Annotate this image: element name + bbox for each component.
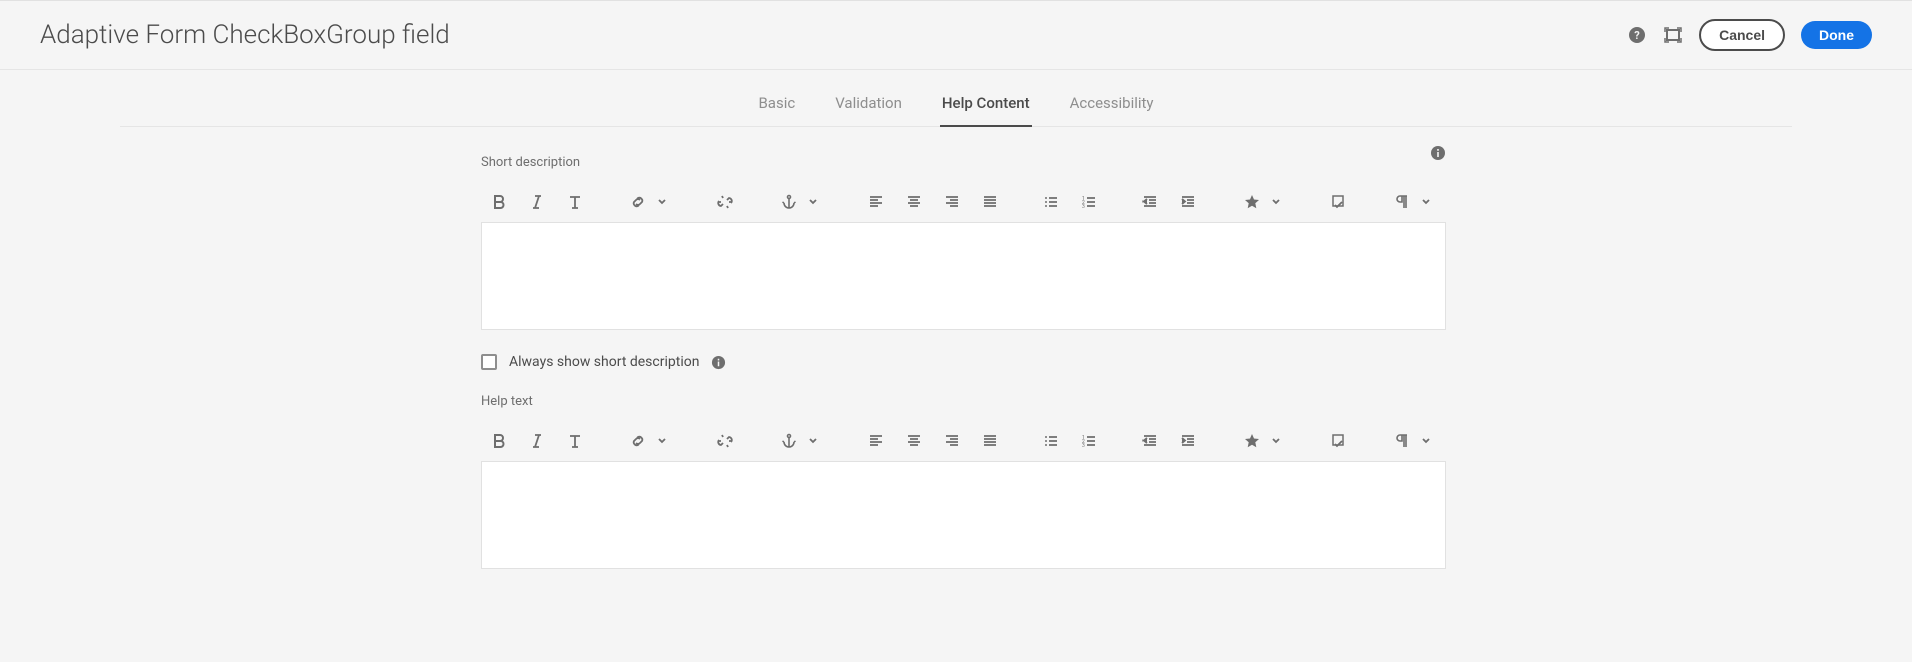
short-description-field: Short description xyxy=(146,155,1766,330)
short-description-label: Short description xyxy=(481,155,1766,170)
list-ol-icon[interactable]: 123 xyxy=(1081,431,1097,451)
help-text-label: Help text xyxy=(481,394,1766,409)
spellcheck-icon[interactable] xyxy=(1331,431,1347,451)
svg-text:3: 3 xyxy=(1082,443,1085,449)
tab-basic[interactable]: Basic xyxy=(758,94,795,126)
tab-validation[interactable]: Validation xyxy=(835,94,902,126)
rte-toolbar-help-text: 123 xyxy=(481,423,1446,461)
text-style-icon[interactable] xyxy=(567,431,583,451)
page-title: Adaptive Form CheckBoxGroup field xyxy=(40,20,450,50)
content-area: Short description xyxy=(146,127,1766,633)
help-text-field: Help text xyxy=(146,394,1766,569)
chevron-down-icon xyxy=(1416,192,1436,212)
italic-icon[interactable] xyxy=(529,431,545,451)
fullscreen-icon[interactable] xyxy=(1663,25,1683,45)
help-icon[interactable]: ? xyxy=(1627,25,1647,45)
spellcheck-icon[interactable] xyxy=(1331,192,1347,212)
unlink-icon[interactable] xyxy=(717,192,733,212)
short-description-input[interactable] xyxy=(481,222,1446,330)
done-button[interactable]: Done xyxy=(1801,21,1872,49)
align-center-icon[interactable] xyxy=(906,431,922,451)
link-group[interactable] xyxy=(628,431,672,451)
info-icon[interactable] xyxy=(1430,145,1446,165)
outdent-icon[interactable] xyxy=(1142,192,1158,212)
chevron-down-icon xyxy=(1416,431,1436,451)
chevron-down-icon xyxy=(652,192,672,212)
svg-text:?: ? xyxy=(1634,29,1640,42)
list-ul-icon[interactable] xyxy=(1043,431,1059,451)
header-actions: ? Cancel Done xyxy=(1627,19,1872,51)
outdent-icon[interactable] xyxy=(1142,431,1158,451)
svg-text:3: 3 xyxy=(1082,204,1085,210)
align-center-icon[interactable] xyxy=(906,192,922,212)
tab-accessibility[interactable]: Accessibility xyxy=(1070,94,1154,126)
tabs: Basic Validation Help Content Accessibil… xyxy=(120,70,1792,127)
always-show-row: Always show short description xyxy=(481,354,1766,370)
help-text-input[interactable] xyxy=(481,461,1446,569)
special-char-group[interactable] xyxy=(1242,431,1286,451)
chevron-down-icon xyxy=(652,431,672,451)
align-left-icon[interactable] xyxy=(868,431,884,451)
align-justify-icon[interactable] xyxy=(982,431,998,451)
link-icon xyxy=(628,192,648,212)
chevron-down-icon xyxy=(1266,192,1286,212)
bold-icon[interactable] xyxy=(491,192,507,212)
cancel-button[interactable]: Cancel xyxy=(1699,19,1785,51)
align-right-icon[interactable] xyxy=(944,431,960,451)
star-icon xyxy=(1242,431,1262,451)
bold-icon[interactable] xyxy=(491,431,507,451)
special-char-group[interactable] xyxy=(1242,192,1286,212)
chevron-down-icon xyxy=(1266,431,1286,451)
list-ul-icon[interactable] xyxy=(1043,192,1059,212)
indent-icon[interactable] xyxy=(1180,192,1196,212)
always-show-checkbox[interactable] xyxy=(481,354,497,370)
anchor-group[interactable] xyxy=(779,431,823,451)
align-right-icon[interactable] xyxy=(944,192,960,212)
italic-icon[interactable] xyxy=(529,192,545,212)
info-icon[interactable] xyxy=(711,355,726,370)
align-justify-icon[interactable] xyxy=(982,192,998,212)
anchor-icon xyxy=(779,192,799,212)
anchor-icon xyxy=(779,431,799,451)
link-group[interactable] xyxy=(628,192,672,212)
paragraph-icon xyxy=(1392,192,1412,212)
link-icon xyxy=(628,431,648,451)
indent-icon[interactable] xyxy=(1180,431,1196,451)
align-left-icon[interactable] xyxy=(868,192,884,212)
tab-help-content[interactable]: Help Content xyxy=(942,94,1030,126)
list-ol-icon[interactable]: 123 xyxy=(1081,192,1097,212)
paragraph-group[interactable] xyxy=(1392,192,1436,212)
rte-toolbar-short-description: 123 xyxy=(481,184,1446,222)
paragraph-icon xyxy=(1392,431,1412,451)
chevron-down-icon xyxy=(803,431,823,451)
anchor-group[interactable] xyxy=(779,192,823,212)
always-show-label: Always show short description xyxy=(509,354,699,370)
unlink-icon[interactable] xyxy=(717,431,733,451)
star-icon xyxy=(1242,192,1262,212)
text-style-icon[interactable] xyxy=(567,192,583,212)
chevron-down-icon xyxy=(803,192,823,212)
paragraph-group[interactable] xyxy=(1392,431,1436,451)
dialog-header: Adaptive Form CheckBoxGroup field ? Canc… xyxy=(0,1,1912,70)
